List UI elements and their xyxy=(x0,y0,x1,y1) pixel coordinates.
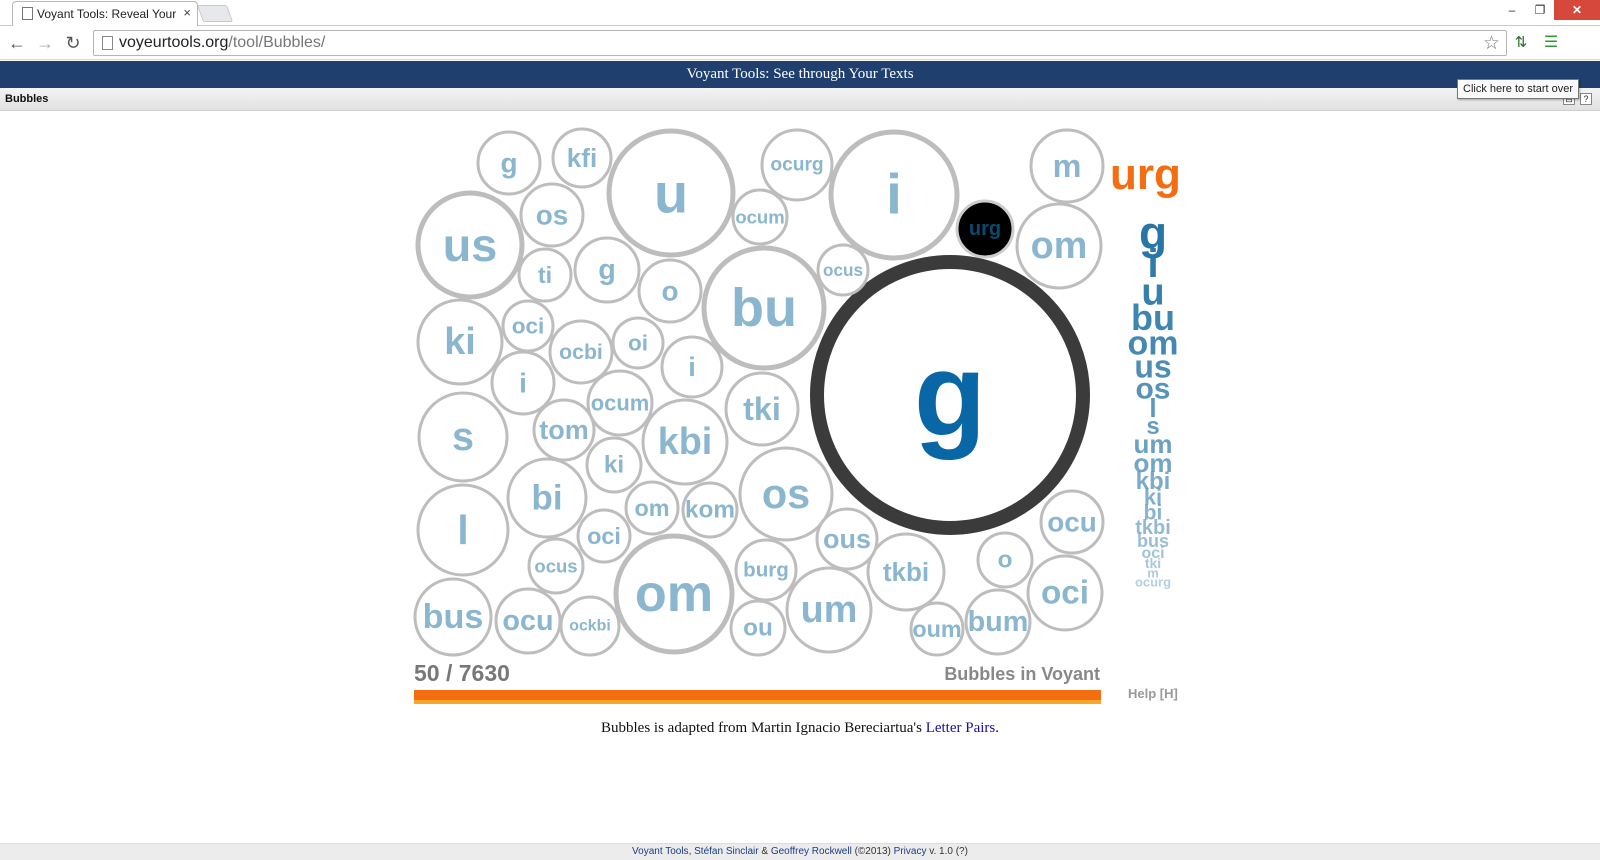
restore-button[interactable]: ❐ xyxy=(1526,0,1554,20)
page-header: Voyant Tools: See through Your Texts xyxy=(0,61,1600,88)
bubble-label: us xyxy=(443,219,498,271)
bubble-label: ti xyxy=(538,262,552,288)
bubble-label: om xyxy=(634,495,669,521)
browser-toolbar: ← → ↻ voyeurtools.org/tool/Bubbles/ ☆ ⇅ … xyxy=(0,27,1600,60)
bubble-label: ocus xyxy=(534,556,577,577)
bubble-label: ki xyxy=(604,452,624,479)
new-tab-button[interactable] xyxy=(196,5,234,22)
window-controls: – ❐ ✕ xyxy=(1498,0,1600,20)
bubble-label: g xyxy=(500,148,517,179)
menu-icon[interactable]: ☰ xyxy=(1540,32,1562,54)
bubble-label: g xyxy=(598,254,616,286)
viz-label: Bubbles in Voyant xyxy=(944,664,1100,684)
bubble-label: ocum xyxy=(735,207,784,228)
bubble-label: o xyxy=(661,276,678,307)
bubble-label: l xyxy=(457,507,468,553)
bubble-label: kfi xyxy=(567,143,597,173)
browser-tab-bar: Voyant Tools: Reveal Your × – ❐ ✕ xyxy=(0,0,1600,26)
page-icon xyxy=(22,7,33,20)
progress-bar-accent xyxy=(414,700,1101,704)
bubble-label: i xyxy=(886,164,902,227)
bubble-label: tki xyxy=(743,391,781,427)
bubble-label: tkbi xyxy=(883,557,929,587)
tooltip: Click here to start over xyxy=(1457,79,1580,99)
bubble-label: ous xyxy=(823,524,871,554)
panel-bar: Bubbles ⊟ ? xyxy=(0,88,1600,111)
letter-pairs-link[interactable]: Letter Pairs xyxy=(926,720,996,736)
word-counter: 50 / 7630 xyxy=(414,660,510,686)
bubble-label: ocu xyxy=(502,605,553,637)
tab-title: Voyant Tools: Reveal Your xyxy=(37,7,177,21)
page-icon xyxy=(102,36,113,50)
bubble-label: kbi xyxy=(658,421,713,463)
back-arrow-icon[interactable]: ← xyxy=(6,32,28,54)
bubble-label: os xyxy=(762,471,810,517)
bubble-label: urg xyxy=(969,218,1001,240)
bubble-label: g xyxy=(914,329,986,461)
close-window-button[interactable]: ✕ xyxy=(1554,0,1600,20)
bubble-label: um xyxy=(801,589,858,631)
browser-tab[interactable]: Voyant Tools: Reveal Your × xyxy=(12,1,198,26)
bubble-label: ki xyxy=(444,321,476,363)
bubble-label: bum xyxy=(968,606,1029,638)
help-icon[interactable]: ? xyxy=(1580,93,1592,105)
bubble-label: m xyxy=(1053,148,1082,184)
extension-icon[interactable]: ⇅ xyxy=(1510,32,1532,54)
forward-arrow-icon[interactable]: → xyxy=(34,32,56,54)
bubble-label: om xyxy=(1031,225,1088,267)
bubble-label: om xyxy=(635,565,713,623)
privacy-link[interactable]: Privacy xyxy=(894,846,927,857)
bubble-label: ockbi xyxy=(569,618,611,635)
voyant-tools-link[interactable]: Voyant Tools xyxy=(632,846,689,857)
bubble-label: o xyxy=(998,547,1013,574)
bubble-label: bus xyxy=(423,598,484,636)
author-link[interactable]: Stéfan Sinclair xyxy=(694,846,758,857)
word-list-item[interactable]: ocurg xyxy=(1135,575,1171,590)
bubble-label: u xyxy=(654,162,688,225)
bubble-label: ocbi xyxy=(559,340,603,364)
bubble-label: oi xyxy=(628,331,648,356)
bubble-label: ou xyxy=(743,615,773,642)
bubble-label: ocum xyxy=(591,391,649,416)
bubble-label: oum xyxy=(912,616,961,642)
bubble-label: kom xyxy=(685,497,735,524)
bubble-label: i xyxy=(688,352,696,382)
bubble-label: s xyxy=(452,415,474,459)
bubble-label: oci xyxy=(587,523,621,549)
credit-text: Bubbles is adapted from Martin Ignacio B… xyxy=(601,720,999,736)
bubble-label: os xyxy=(536,200,569,231)
current-word: urg xyxy=(1110,150,1181,199)
help-link[interactable]: Help [H] xyxy=(1128,686,1178,701)
bubble-label: burg xyxy=(743,559,789,582)
progress-bar xyxy=(414,690,1101,700)
bubble-label: bu xyxy=(731,278,797,338)
reload-icon[interactable]: ↻ xyxy=(62,32,84,54)
bubble-label: ocus xyxy=(823,260,863,280)
tab-close-icon[interactable]: × xyxy=(183,5,191,20)
panel-title: Bubbles xyxy=(5,93,49,105)
bubble-label: ocu xyxy=(1047,507,1097,538)
footer: Voyant Tools, Stéfan Sinclair & Geoffrey… xyxy=(0,843,1600,860)
bubble-label: ocurg xyxy=(770,155,823,176)
address-bar[interactable]: voyeurtools.org/tool/Bubbles/ ☆ xyxy=(93,30,1507,56)
bookmark-star-icon[interactable]: ☆ xyxy=(1483,32,1500,55)
url-text: voyeurtools.org/tool/Bubbles/ xyxy=(119,34,326,51)
bubble-label: tom xyxy=(539,415,589,445)
author-link[interactable]: Geoffrey Rockwell xyxy=(771,846,852,857)
bubble-label: i xyxy=(519,368,527,399)
bubble-label: bi xyxy=(531,479,562,518)
bubble-label: oci xyxy=(512,314,545,339)
minimize-button[interactable]: – xyxy=(1498,0,1526,20)
bubble-label: oci xyxy=(1041,575,1089,612)
